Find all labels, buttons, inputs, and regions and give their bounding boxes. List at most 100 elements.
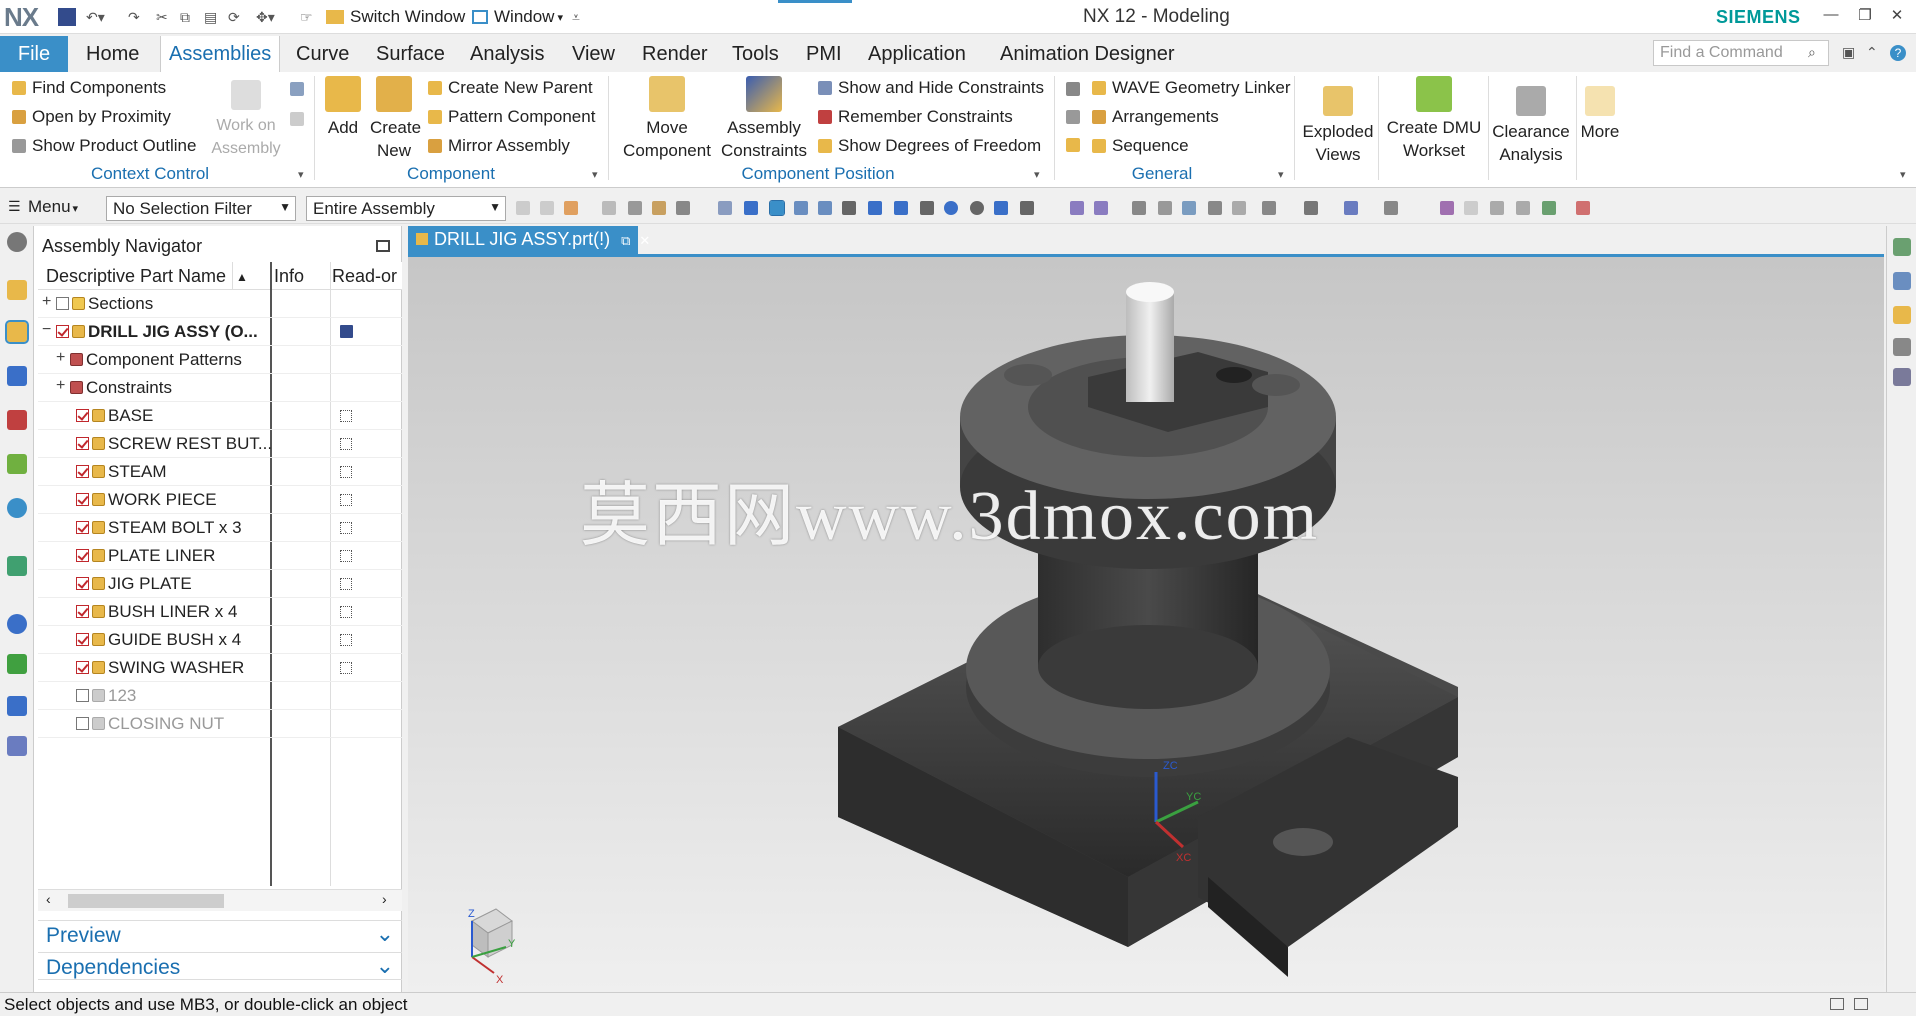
tree-row[interactable]: SCREW REST BUT...: [38, 430, 402, 458]
chevron-down-icon[interactable]: ▾: [1034, 168, 1040, 181]
view-icon[interactable]: [1158, 201, 1172, 215]
view-icon[interactable]: [1232, 201, 1246, 215]
constraint-navigator-icon[interactable]: [7, 366, 27, 386]
tree-row[interactable]: − DRILL JIG ASSY (O...: [38, 318, 402, 346]
sort-ascending-icon[interactable]: ▲: [236, 270, 248, 284]
exploded-views-button[interactable]: Exploded Views: [1298, 86, 1378, 166]
read-only-checkbox[interactable]: [340, 550, 352, 562]
toolbar-icon[interactable]: [1070, 201, 1084, 215]
selection-filter-dropdown[interactable]: No Selection Filter ▼: [106, 196, 296, 221]
tree-row[interactable]: GUIDE BUSH x 4: [38, 626, 402, 654]
tab-assemblies[interactable]: Assemblies: [160, 36, 281, 72]
visibility-checkbox[interactable]: [76, 493, 89, 506]
snap-icon[interactable]: [944, 201, 958, 215]
visualization-icon[interactable]: [1893, 338, 1911, 356]
camera-icon[interactable]: [1893, 368, 1911, 386]
system-materials-icon[interactable]: [7, 696, 27, 716]
redo-icon[interactable]: ↷: [128, 6, 140, 28]
layer-icon[interactable]: [1893, 238, 1911, 256]
visibility-checkbox[interactable]: [76, 409, 89, 422]
create-new-component-button[interactable]: Create New: [370, 76, 421, 162]
read-only-checkbox[interactable]: [340, 662, 352, 674]
3d-viewport[interactable]: ZC YC XC Z X Y 莫西网www.3dmox.com: [408, 257, 1884, 992]
tab-curve[interactable]: Curve: [288, 36, 357, 72]
remember-constraints-button[interactable]: Remember Constraints: [818, 107, 1013, 127]
read-only-checkbox[interactable]: [340, 410, 352, 422]
tree-row[interactable]: + Constraints: [38, 374, 402, 402]
tab-pmi[interactable]: PMI: [798, 36, 850, 72]
snap-icon[interactable]: [818, 201, 832, 215]
view-icon[interactable]: [1262, 201, 1276, 215]
copy-icon[interactable]: ⧉: [180, 6, 190, 28]
scrollbar-thumb[interactable]: [68, 894, 224, 908]
selection-tool-icon[interactable]: ✥▾: [256, 6, 275, 28]
collapse-ribbon-icon[interactable]: ⌃: [1866, 44, 1878, 61]
chevron-down-icon[interactable]: ▾: [298, 168, 304, 181]
tree-row[interactable]: WORK PIECE: [38, 486, 402, 514]
close-tab-icon[interactable]: ✕: [639, 233, 650, 248]
tab-animation-designer[interactable]: Animation Designer: [992, 36, 1183, 72]
tab-file[interactable]: File: [0, 36, 68, 72]
view-icon[interactable]: [1132, 201, 1146, 215]
tools-icon[interactable]: [7, 736, 27, 756]
assembly-constraints-button[interactable]: Assembly Constraints: [718, 76, 810, 162]
toolbar-icon[interactable]: [1542, 201, 1556, 215]
snap-icon[interactable]: [769, 200, 785, 216]
toolbar-icon[interactable]: [1490, 201, 1504, 215]
tree-row[interactable]: JIG PLATE: [38, 570, 402, 598]
gear-icon[interactable]: [7, 232, 27, 252]
save-icon[interactable]: [58, 6, 82, 28]
tree-row[interactable]: BUSH LINER x 4: [38, 598, 402, 626]
tree-row[interactable]: SWING WASHER: [38, 654, 402, 682]
expand-icon[interactable]: +: [42, 293, 51, 311]
help-icon[interactable]: ?: [1890, 45, 1906, 61]
snap-icon[interactable]: [994, 201, 1008, 215]
move-component-button[interactable]: Move Component: [618, 76, 716, 162]
window-menu-button[interactable]: Window ▾: [472, 6, 563, 28]
snap-icon[interactable]: [868, 201, 882, 215]
visibility-checkbox[interactable]: [76, 577, 89, 590]
customize-quick-access-icon[interactable]: ⩡: [572, 6, 580, 28]
status-window-icon[interactable]: [1854, 998, 1868, 1010]
menu-button[interactable]: Menu ▾: [28, 197, 78, 217]
read-only-checkbox[interactable]: [340, 634, 352, 646]
tab-surface[interactable]: Surface: [368, 36, 453, 72]
tree-row[interactable]: + Component Patterns: [38, 346, 402, 374]
preview-panel[interactable]: Preview ⌄: [38, 920, 402, 948]
find-command-input[interactable]: Find a Command: [1653, 40, 1829, 66]
part-family-icon[interactable]: [7, 410, 27, 430]
web-browser-icon[interactable]: [7, 498, 27, 518]
close-button[interactable]: ✕: [1886, 6, 1908, 28]
visibility-checkbox[interactable]: [76, 549, 89, 562]
status-window-icon[interactable]: [1830, 998, 1844, 1010]
snap-icon[interactable]: [970, 201, 984, 215]
add-component-button[interactable]: Add: [320, 76, 366, 139]
ribbon-options-icon[interactable]: ▣: [1842, 44, 1855, 61]
mirror-assembly-button[interactable]: Mirror Assembly: [428, 136, 570, 156]
toolbar-icon[interactable]: [540, 201, 554, 215]
create-dmu-workset-button[interactable]: Create DMU Workset: [1384, 76, 1484, 162]
palette-icon[interactable]: [1893, 272, 1911, 290]
arrangements-button[interactable]: Arrangements: [1092, 107, 1219, 127]
visibility-checkbox[interactable]: [56, 325, 69, 338]
more-button[interactable]: More: [1578, 86, 1622, 143]
chevron-down-icon[interactable]: ▾: [592, 168, 598, 181]
find-components-button[interactable]: Find Components: [12, 78, 166, 98]
show-product-outline-button[interactable]: Show Product Outline: [12, 136, 196, 156]
toolbar-icon[interactable]: [676, 201, 690, 215]
assembly-navigator-icon[interactable]: [5, 320, 29, 344]
general-tool-icon[interactable]: [1066, 82, 1080, 96]
expand-icon[interactable]: +: [56, 377, 65, 395]
tree-row[interactable]: 123: [38, 682, 402, 710]
read-only-checkbox[interactable]: [340, 522, 352, 534]
clearance-analysis-button[interactable]: Clearance Analysis: [1490, 86, 1572, 166]
visibility-checkbox[interactable]: [76, 465, 89, 478]
toolbar-icon[interactable]: [516, 201, 530, 215]
expand-icon[interactable]: +: [56, 349, 65, 367]
tree-row[interactable]: STEAM: [38, 458, 402, 486]
display-parent-icon[interactable]: [290, 82, 304, 96]
toolbar-icon[interactable]: [628, 201, 642, 215]
general-tool-icon[interactable]: [1066, 138, 1080, 152]
selection-scope-dropdown[interactable]: Entire Assembly ▼: [306, 196, 506, 221]
visibility-checkbox[interactable]: [76, 437, 89, 450]
